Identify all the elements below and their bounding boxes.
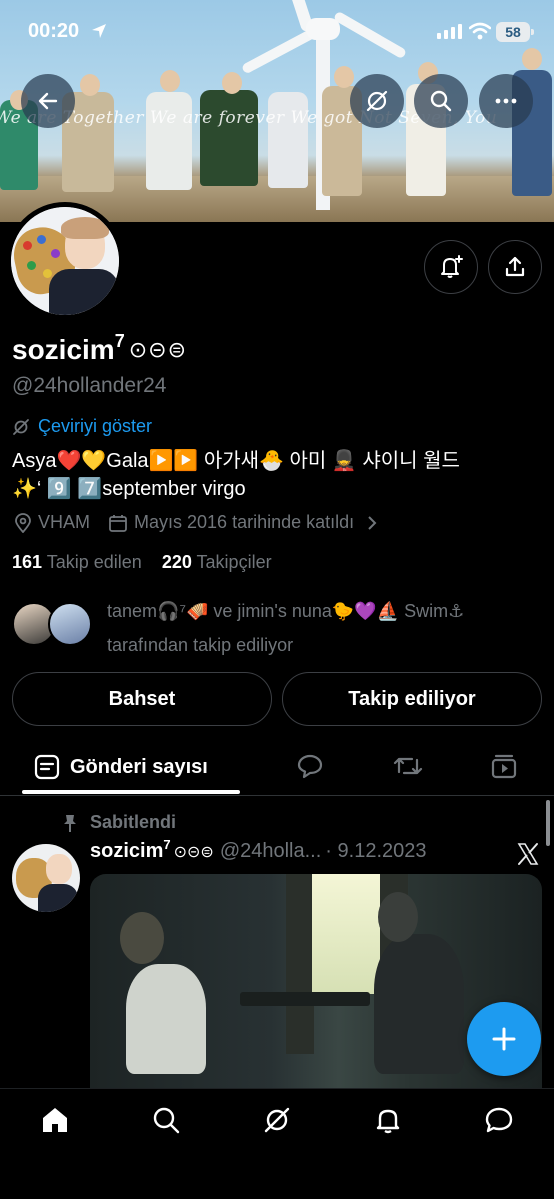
wifi-icon (469, 22, 491, 40)
grok-button[interactable] (350, 74, 404, 128)
profile-meta: VHAM Mayıs 2016 tarihinde katıldı (14, 512, 396, 533)
plus-icon (492, 1027, 516, 1051)
join-date[interactable]: Mayıs 2016 tarihinde katıldı (108, 512, 378, 533)
bell-plus-icon (441, 255, 463, 278)
follower-avatar-2 (48, 602, 92, 646)
tab-posts[interactable]: Gönderi sayısı (22, 738, 240, 796)
show-translation-link[interactable]: Çeviriyi göster (12, 416, 152, 437)
tab-reposts-icon[interactable] (392, 752, 424, 780)
tweet-author-name[interactable]: sozicim (90, 840, 163, 863)
display-name-symbols: ⊙⊝⊜ (128, 337, 188, 362)
battery-indicator: 58 (496, 22, 534, 42)
followed-by-text: tanem🎧⁷🪗 ve jimin's nuna🐤💜⛵ Swim⚓ tarafı… (107, 601, 465, 655)
share-icon (505, 256, 525, 277)
search-icon (430, 90, 452, 112)
pinned-label: Sabitlendi (90, 812, 177, 832)
grok-nav-icon[interactable] (262, 1105, 292, 1135)
tab-replies-icon[interactable] (296, 752, 324, 780)
status-time: 00:20 (28, 20, 80, 42)
followers-count-link[interactable]: 220 Takipçiler (162, 552, 272, 572)
status-bar: 00:20 58 (0, 0, 554, 56)
notifications-bell-icon[interactable] (373, 1105, 403, 1135)
bottom-navigation (0, 1088, 554, 1199)
arrow-left-icon (38, 92, 58, 110)
x-logo-icon (517, 843, 539, 865)
tweet-author-avatar[interactable] (12, 844, 80, 912)
location: VHAM (14, 512, 90, 533)
display-name-superscript: 7 (114, 330, 125, 351)
more-options-button[interactable] (479, 74, 533, 128)
back-button[interactable] (21, 74, 75, 128)
compose-post-button[interactable] (467, 1002, 541, 1076)
banner-caption: We are Together We are forever We got No… (0, 108, 498, 128)
messages-chat-icon[interactable] (484, 1105, 514, 1135)
tab-posts-label: Gönderi sayısı (70, 755, 208, 778)
show-translation-label: Çeviriyi göster (38, 416, 153, 436)
following-count-link[interactable]: 161 Takip edilen (12, 552, 142, 572)
tab-media-icon[interactable] (490, 752, 518, 780)
more-dots-icon (495, 98, 517, 104)
tweet-author-superscript: 7 (163, 837, 171, 852)
tweet-header: sozicim 7 ⊙⊝⊜ @24holla... · 9.12.2023 (90, 837, 427, 863)
tweet-author-symbols: ⊙⊝⊜ (173, 844, 214, 861)
join-date-text: Mayıs 2016 tarihinde katıldı (134, 512, 355, 532)
location-arrow-icon (92, 24, 106, 38)
location-pin-icon (15, 512, 31, 533)
calendar-icon (109, 514, 127, 532)
pin-icon (64, 814, 76, 832)
bio-line-2: ✨‘ 9️⃣ 7️⃣september virgo (12, 478, 246, 500)
cellular-signal-icon (437, 24, 462, 39)
profile-tabs: Gönderi sayısı (0, 738, 554, 796)
following-button[interactable]: Takip ediliyor (282, 672, 542, 726)
search-button[interactable] (414, 74, 468, 128)
display-name: sozicim 7 ⊙⊝⊜ (12, 330, 188, 366)
media-window (312, 874, 382, 994)
profile-avatar[interactable] (6, 202, 124, 320)
active-tab-indicator (22, 790, 240, 794)
username-handle: @24hollander24 (12, 374, 167, 397)
mention-button[interactable]: Bahset (12, 672, 272, 726)
followed-by[interactable]: tanem🎧⁷🪗 ve jimin's nuna🐤💜⛵ Swim⚓ tarafı… (12, 594, 542, 655)
chevron-right-icon (368, 515, 377, 530)
share-button[interactable] (488, 240, 542, 294)
pinned-indicator: Sabitlendi (62, 812, 176, 833)
posts-icon (34, 754, 60, 780)
home-icon[interactable] (40, 1105, 70, 1135)
location-text: VHAM (38, 512, 91, 532)
grok-translate-icon (13, 418, 29, 435)
tweet-author-handle: @24holla... (219, 840, 322, 862)
display-name-text: sozicim (12, 334, 115, 365)
notifications-subscribe-button[interactable] (424, 240, 478, 294)
explore-search-icon[interactable] (151, 1105, 181, 1135)
tweet-media[interactable] (90, 874, 542, 1104)
scrollbar[interactable] (546, 800, 550, 846)
bio-line-1: Asya❤️💛Gala▶️▶️ 아가새🐣 아미 💂 샤이니 월드 (12, 450, 460, 472)
follow-counts: 161 Takip edilen 220 Takipçiler (12, 552, 272, 573)
grok-icon (366, 90, 388, 112)
tweet-date: · 9.12.2023 (325, 840, 427, 862)
